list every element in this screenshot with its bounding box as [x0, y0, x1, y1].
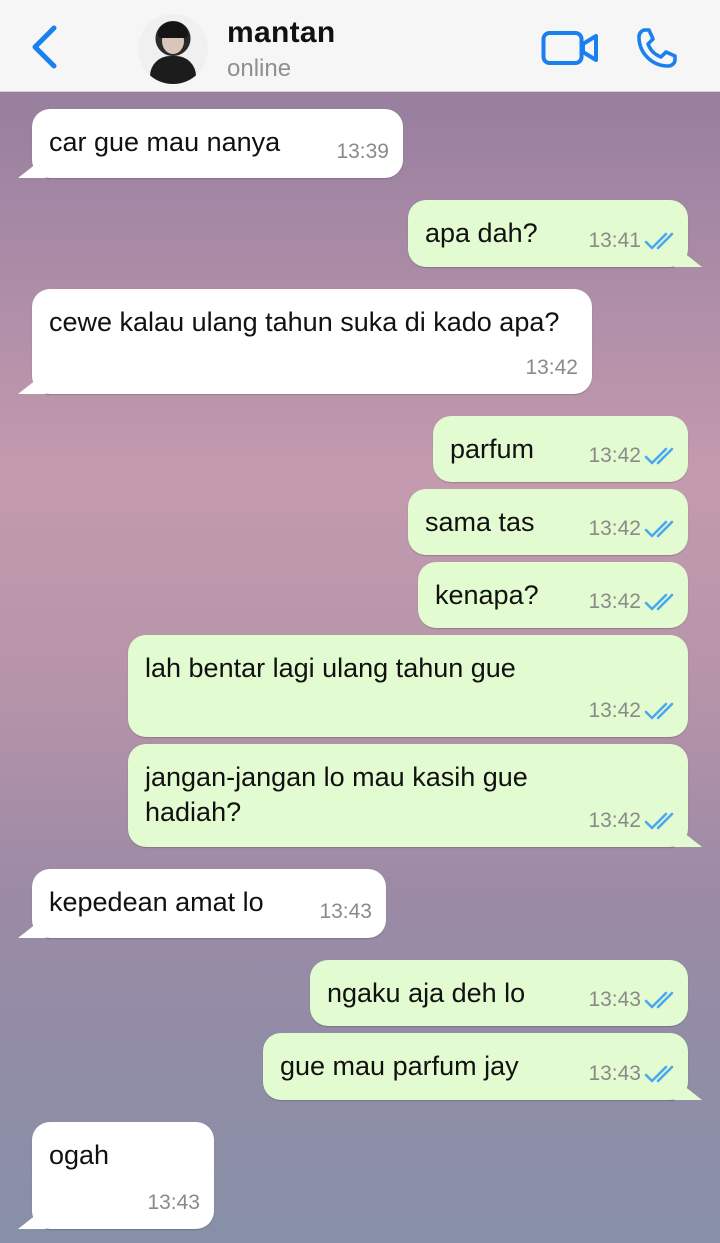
message-time: 13:41 — [588, 229, 641, 252]
read-ticks-icon — [644, 812, 674, 829]
message-bubble-outgoing[interactable]: gue mau parfum jay 13:43 — [263, 1033, 688, 1100]
message-meta: 13:41 — [588, 223, 678, 258]
read-ticks-icon — [644, 1065, 674, 1082]
contact-status: online — [227, 55, 292, 82]
phone-call-icon[interactable] — [635, 26, 679, 70]
message-bubble-outgoing[interactable]: ngaku aja deh lo 13:43 — [310, 960, 688, 1026]
video-call-icon[interactable] — [541, 30, 599, 66]
message-text: jangan-jangan lo mau kasih gue hadiah? — [145, 762, 528, 827]
message-meta: 13:42 — [588, 584, 678, 619]
message-bubble-outgoing[interactable]: kenapa? 13:42 — [418, 562, 688, 628]
message-time: 13:39 — [336, 140, 389, 163]
message-bubble-outgoing[interactable]: jangan-jangan lo mau kasih gue hadiah? 1… — [128, 744, 688, 847]
message-time: 13:43 — [319, 900, 372, 923]
message-meta: 13:43 — [147, 1185, 200, 1220]
message-bubble-incoming[interactable]: cewe kalau ulang tahun suka di kado apa?… — [32, 289, 592, 394]
contact-name[interactable]: mantan — [227, 16, 336, 50]
message-meta: 13:43 — [588, 1056, 678, 1091]
avatar[interactable] — [138, 14, 208, 84]
message-time: 13:42 — [588, 809, 641, 832]
message-time: 13:42 — [588, 590, 641, 613]
read-ticks-icon — [644, 991, 674, 1008]
message-time: 13:43 — [588, 1062, 641, 1085]
message-meta: 13:42 — [588, 511, 678, 546]
message-text: lah bentar lagi ulang tahun gue — [145, 653, 516, 683]
message-meta: 13:42 — [588, 438, 678, 473]
message-bubble-incoming[interactable]: kepedean amat lo 13:43 — [32, 869, 386, 938]
read-ticks-icon — [644, 232, 674, 249]
message-time: 13:42 — [588, 444, 641, 467]
read-ticks-icon — [644, 702, 674, 719]
message-bubble-outgoing[interactable]: parfum 13:42 — [433, 416, 688, 482]
message-time: 13:43 — [147, 1191, 200, 1214]
message-text: cewe kalau ulang tahun suka di kado apa? — [49, 307, 560, 337]
message-meta: 13:43 — [319, 894, 372, 929]
message-bubble-outgoing[interactable]: lah bentar lagi ulang tahun gue 13:42 — [128, 635, 688, 737]
message-meta: 13:42 — [525, 350, 578, 385]
message-meta: 13:39 — [336, 134, 389, 169]
read-ticks-icon — [644, 593, 674, 610]
message-meta: 13:42 — [588, 693, 678, 728]
message-bubble-outgoing[interactable]: sama tas 13:42 — [408, 489, 688, 555]
message-time: 13:43 — [588, 988, 641, 1011]
read-ticks-icon — [644, 520, 674, 537]
read-ticks-icon — [644, 447, 674, 464]
message-time: 13:42 — [525, 356, 578, 379]
message-time: 13:42 — [588, 699, 641, 722]
message-text: ogah — [49, 1140, 110, 1170]
message-meta: 13:43 — [588, 982, 678, 1017]
message-bubble-incoming[interactable]: ogah 13:43 — [32, 1122, 214, 1229]
back-chevron-icon[interactable] — [26, 24, 66, 70]
message-time: 13:42 — [588, 517, 641, 540]
message-bubble-incoming[interactable]: car gue mau nanya 13:39 — [32, 109, 403, 178]
chat-header: mantan online — [0, 0, 720, 92]
message-meta: 13:42 — [588, 803, 678, 838]
message-bubble-outgoing[interactable]: apa dah? 13:41 — [408, 200, 688, 267]
